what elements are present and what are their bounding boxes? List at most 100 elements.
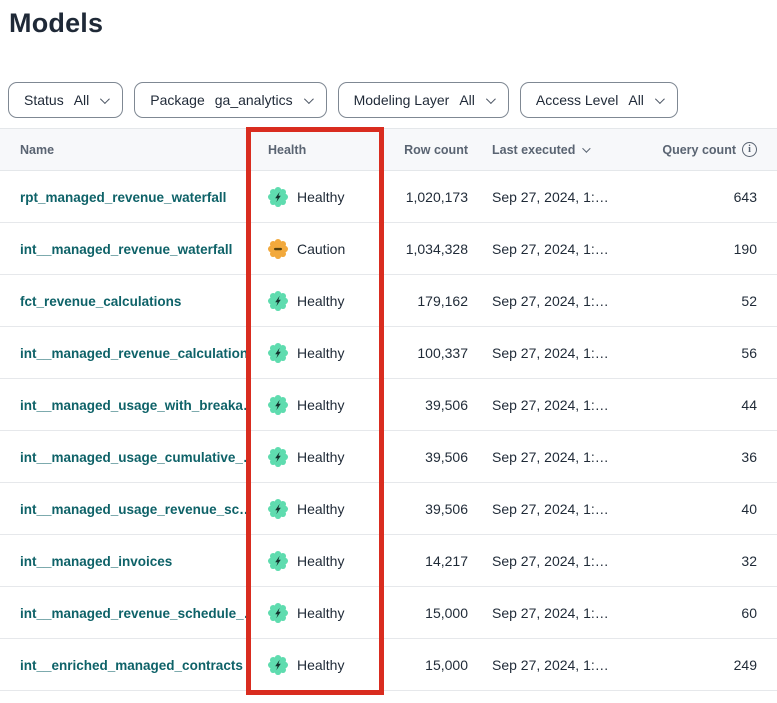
filter-button-status[interactable]: StatusAll (8, 82, 123, 118)
table-row: int__managed_invoices Healthy 14,217 Sep… (0, 535, 777, 587)
health-status-label: Healthy (297, 553, 344, 569)
table-row: int__managed_revenue_calculations Health… (0, 327, 777, 379)
health-cell: Healthy (246, 447, 384, 467)
row-count-value: 39,506 (384, 449, 468, 465)
healthy-bolt-seal-icon (268, 395, 288, 415)
column-header-query-count[interactable]: Query count i (638, 142, 777, 157)
last-executed-value: Sep 27, 2024, 1:… (468, 553, 638, 569)
healthy-bolt-seal-icon (268, 655, 288, 675)
column-header-last-executed-label: Last executed (492, 143, 575, 157)
filter-value: ga_analytics (215, 92, 293, 108)
query-count-value: 60 (638, 605, 777, 621)
last-executed-value: Sep 27, 2024, 1:… (468, 449, 638, 465)
health-cell: Caution (246, 239, 384, 259)
health-status-label: Healthy (297, 657, 344, 673)
healthy-bolt-seal-icon (268, 551, 288, 571)
health-status-label: Healthy (297, 345, 344, 361)
query-count-value: 32 (638, 553, 777, 569)
last-executed-value: Sep 27, 2024, 1:… (468, 501, 638, 517)
table-row: rpt_managed_revenue_waterfall Healthy 1,… (0, 171, 777, 223)
last-executed-value: Sep 27, 2024, 1:… (468, 241, 638, 257)
last-executed-value: Sep 27, 2024, 1:… (468, 397, 638, 413)
filter-label: Access Level (536, 92, 618, 108)
table-row: int__managed_usage_revenue_sc… Healthy 3… (0, 483, 777, 535)
chevron-down-icon (100, 94, 110, 104)
model-name-link[interactable]: int__managed_usage_cumulative_… (20, 450, 246, 465)
caution-dash-seal-icon (268, 239, 288, 259)
health-cell: Healthy (246, 291, 384, 311)
last-executed-value: Sep 27, 2024, 1:… (468, 189, 638, 205)
last-executed-value: Sep 27, 2024, 1:… (468, 293, 638, 309)
query-count-value: 40 (638, 501, 777, 517)
column-header-row-count[interactable]: Row count (384, 143, 468, 157)
chevron-down-icon (304, 94, 314, 104)
health-cell: Healthy (246, 499, 384, 519)
row-count-value: 1,020,173 (384, 189, 468, 205)
query-count-value: 36 (638, 449, 777, 465)
model-name-link[interactable]: int__managed_revenue_calculations (20, 346, 246, 361)
model-name-link[interactable]: int__managed_usage_revenue_sc… (20, 502, 246, 517)
table-row: int__managed_usage_with_breaka… Healthy … (0, 379, 777, 431)
query-count-value: 190 (638, 241, 777, 257)
row-count-value: 100,337 (384, 345, 468, 361)
healthy-bolt-seal-icon (268, 499, 288, 519)
health-status-label: Healthy (297, 605, 344, 621)
query-count-value: 643 (638, 189, 777, 205)
healthy-bolt-seal-icon (268, 447, 288, 467)
last-executed-value: Sep 27, 2024, 1:… (468, 345, 638, 361)
row-count-value: 15,000 (384, 605, 468, 621)
chevron-down-icon (486, 94, 496, 104)
model-name-link[interactable]: int__managed_revenue_schedule_… (20, 606, 246, 621)
query-count-value: 52 (638, 293, 777, 309)
table-body: rpt_managed_revenue_waterfall Healthy 1,… (0, 171, 777, 691)
table-row: int__managed_revenue_schedule_… Healthy … (0, 587, 777, 639)
filter-value: All (74, 92, 90, 108)
column-header-query-count-label: Query count (662, 143, 736, 157)
query-count-value: 56 (638, 345, 777, 361)
model-name-link[interactable]: int__managed_invoices (20, 554, 172, 569)
table-row: fct_revenue_calculations Healthy 179,162… (0, 275, 777, 327)
row-count-value: 179,162 (384, 293, 468, 309)
query-count-value: 44 (638, 397, 777, 413)
filter-label: Package (150, 92, 204, 108)
model-name-link[interactable]: rpt_managed_revenue_waterfall (20, 190, 226, 205)
model-name-link[interactable]: int__enriched_managed_contracts (20, 658, 243, 673)
model-name-link[interactable]: fct_revenue_calculations (20, 294, 181, 309)
health-cell: Healthy (246, 395, 384, 415)
filter-button-access-level[interactable]: Access LevelAll (520, 82, 678, 118)
row-count-value: 15,000 (384, 657, 468, 673)
filter-button-modeling-layer[interactable]: Modeling Layer All (338, 82, 509, 118)
table-row: int__managed_usage_cumulative_… Healthy … (0, 431, 777, 483)
filter-bar: StatusAll Package ga_analytics Modeling L… (8, 82, 678, 118)
row-count-value: 1,034,328 (384, 241, 468, 257)
healthy-bolt-seal-icon (268, 343, 288, 363)
health-cell: Healthy (246, 603, 384, 623)
health-cell: Healthy (246, 187, 384, 207)
page-title: Models (0, 0, 777, 39)
health-status-label: Caution (297, 241, 345, 257)
filter-button-package[interactable]: Package ga_analytics (134, 82, 326, 118)
row-count-value: 39,506 (384, 397, 468, 413)
filter-label: Modeling Layer (354, 92, 450, 108)
column-header-last-executed[interactable]: Last executed (468, 143, 638, 157)
table-header-row: Name Health Row count Last executed Quer… (0, 128, 777, 171)
table-row: int__managed_revenue_waterfall Caution 1… (0, 223, 777, 275)
model-name-link[interactable]: int__managed_revenue_waterfall (20, 242, 232, 257)
chevron-down-icon (655, 94, 665, 104)
healthy-bolt-seal-icon (268, 603, 288, 623)
column-header-name[interactable]: Name (0, 143, 246, 157)
health-status-label: Healthy (297, 293, 344, 309)
models-table: Name Health Row count Last executed Quer… (0, 128, 777, 691)
health-status-label: Healthy (297, 501, 344, 517)
health-status-label: Healthy (297, 449, 344, 465)
health-status-label: Healthy (297, 397, 344, 413)
query-count-value: 249 (638, 657, 777, 673)
info-circle-icon[interactable]: i (742, 142, 757, 157)
table-row: int__enriched_managed_contracts Healthy … (0, 639, 777, 691)
chevron-down-icon[interactable] (583, 144, 591, 152)
model-name-link[interactable]: int__managed_usage_with_breaka… (20, 398, 246, 413)
healthy-bolt-seal-icon (268, 291, 288, 311)
column-header-health[interactable]: Health (246, 143, 384, 157)
filter-value: All (459, 92, 475, 108)
health-cell: Healthy (246, 551, 384, 571)
